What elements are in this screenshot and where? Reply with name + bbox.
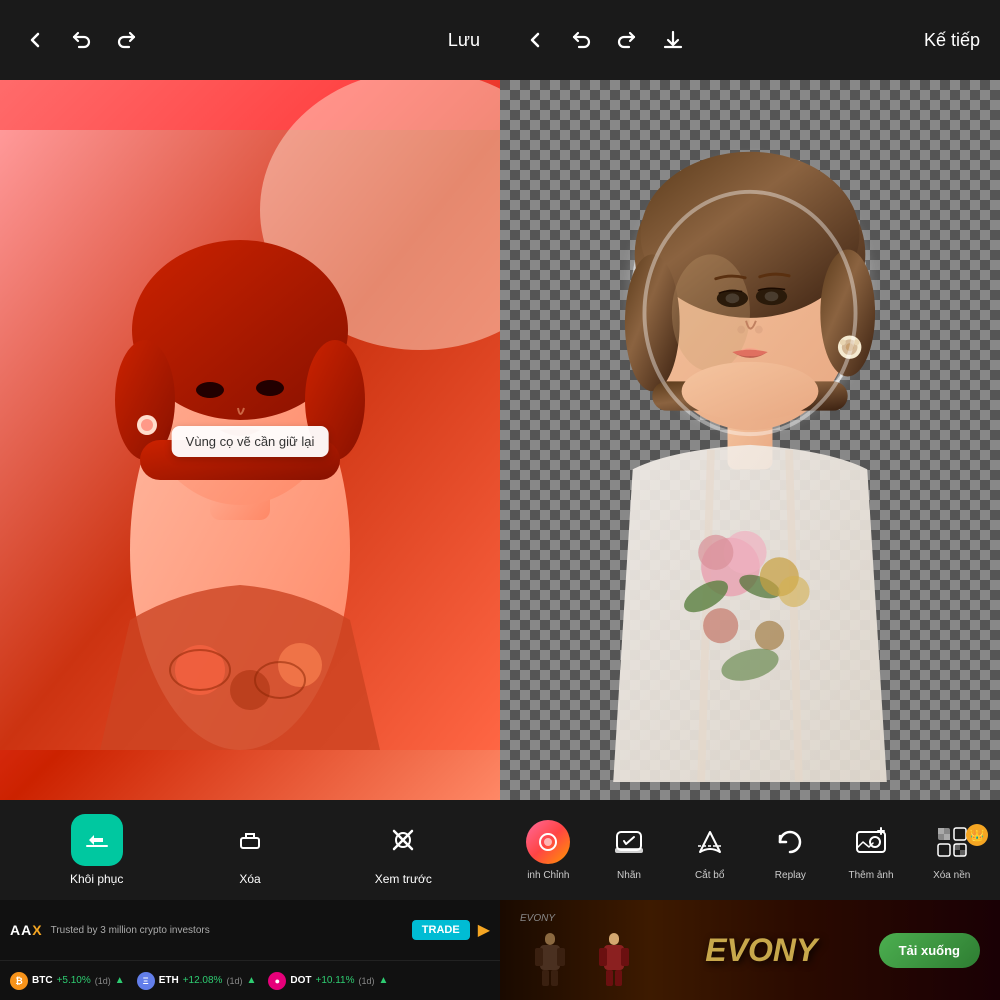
- dot-arrow: ▲: [379, 975, 389, 986]
- btc-period: (1d): [95, 976, 111, 986]
- erase-label: Xóa: [239, 872, 260, 886]
- eth-icon: Ξ: [137, 972, 155, 990]
- left-image-area: Vùng cọ vẽ cần giữ lại: [0, 80, 500, 800]
- add-photo-label: Thêm ảnh: [849, 870, 894, 881]
- replay-icon: [768, 820, 812, 864]
- eth-period: (1d): [226, 976, 242, 986]
- right-undo-button[interactable]: [566, 25, 596, 55]
- crypto-bar: ₿ BTC +5.10% (1d) ▲ Ξ ETH +12.08% (1d) ▲…: [0, 960, 500, 1000]
- ad-banner-right: EVONY: [500, 900, 1000, 1000]
- btc-icon: ₿: [10, 972, 28, 990]
- add-photo-icon: [849, 820, 893, 864]
- cutout-icon: [688, 820, 732, 864]
- ad-tagline: Trusted by 3 million crypto investors: [51, 925, 404, 936]
- restore-icon: [71, 814, 123, 866]
- undo-button[interactable]: [66, 25, 96, 55]
- game-title: EVONY: [705, 932, 817, 969]
- btc-change: +5.10%: [57, 975, 91, 986]
- back-button[interactable]: [20, 25, 50, 55]
- btc-item: ₿ BTC +5.10% (1d) ▲: [10, 972, 125, 990]
- tool-adjust[interactable]: inh Chỉnh: [508, 820, 589, 881]
- adjust-label: inh Chỉnh: [527, 870, 569, 881]
- dot-icon: ●: [268, 972, 286, 990]
- right-back-button[interactable]: [520, 25, 550, 55]
- next-button[interactable]: Kế tiếp: [924, 30, 980, 51]
- right-toolbar: inh Chỉnh Nhãn Cắt bổ: [500, 800, 1000, 900]
- right-redo-button[interactable]: [612, 25, 642, 55]
- restore-label: Khôi phục: [70, 872, 123, 886]
- tool-replay[interactable]: Replay: [750, 820, 831, 881]
- replay-label: Replay: [775, 870, 806, 881]
- btc-arrow: ▲: [115, 975, 125, 986]
- tool-preview[interactable]: Xem trước: [327, 814, 480, 886]
- preview-icon: [377, 814, 429, 866]
- tooltip-box: Vùng cọ vẽ cần giữ lại: [172, 426, 329, 457]
- eth-change: +12.08%: [183, 975, 223, 986]
- right-header-icons: [520, 25, 688, 55]
- tool-restore[interactable]: Khôi phục: [20, 814, 173, 886]
- crown-badge: 👑: [966, 824, 988, 846]
- tool-stamp[interactable]: Nhãn: [589, 820, 670, 881]
- ad-banner-left: AAX Trusted by 3 million crypto investor…: [0, 900, 500, 960]
- left-header-icons: [20, 25, 142, 55]
- dot-change: +10.11%: [315, 975, 354, 986]
- right-image-area: [500, 80, 1000, 800]
- remove-bg-icon: [930, 820, 974, 864]
- tool-remove-bg[interactable]: 👑 Xóa nền: [911, 820, 992, 881]
- ad-arrow-icon: ▶: [478, 920, 490, 940]
- dot-name: DOT: [290, 975, 311, 986]
- tool-erase[interactable]: Xóa: [173, 814, 326, 886]
- cutout-label: Cắt bổ: [695, 870, 724, 881]
- eth-arrow: ▲: [246, 975, 256, 986]
- btc-name: BTC: [32, 975, 53, 986]
- download-button[interactable]: Tải xuống: [879, 933, 980, 968]
- right-download-button[interactable]: [658, 25, 688, 55]
- dot-period: (1d): [359, 976, 375, 986]
- eth-item: Ξ ETH +12.08% (1d) ▲: [137, 972, 257, 990]
- left-panel: Lưu: [0, 0, 500, 1000]
- preview-label: Xem trước: [375, 872, 432, 886]
- left-header: Lưu: [0, 0, 500, 80]
- stamp-label: Nhãn: [617, 870, 641, 881]
- save-button[interactable]: Lưu: [448, 30, 480, 51]
- tool-cutout[interactable]: Cắt bổ: [669, 820, 750, 881]
- remove-bg-label: Xóa nền: [933, 870, 970, 881]
- woman-right-container: [500, 80, 1000, 800]
- trade-button[interactable]: TRADE: [412, 920, 470, 940]
- right-header: Kế tiếp: [500, 0, 1000, 80]
- dot-item: ● DOT +10.11% (1d) ▲: [268, 972, 388, 990]
- ad-logo: AAX: [10, 922, 43, 938]
- redo-button[interactable]: [112, 25, 142, 55]
- stamp-icon: [607, 820, 651, 864]
- erase-icon: [224, 814, 276, 866]
- left-toolbar: Khôi phục Xóa Xem trước: [0, 800, 500, 900]
- right-panel: Kế tiếp: [500, 0, 1000, 1000]
- tool-add-photo[interactable]: Thêm ảnh: [831, 820, 912, 881]
- adjust-icon: [526, 820, 570, 864]
- game-ad: EVONY: [500, 900, 1000, 1000]
- eth-name: ETH: [159, 975, 179, 986]
